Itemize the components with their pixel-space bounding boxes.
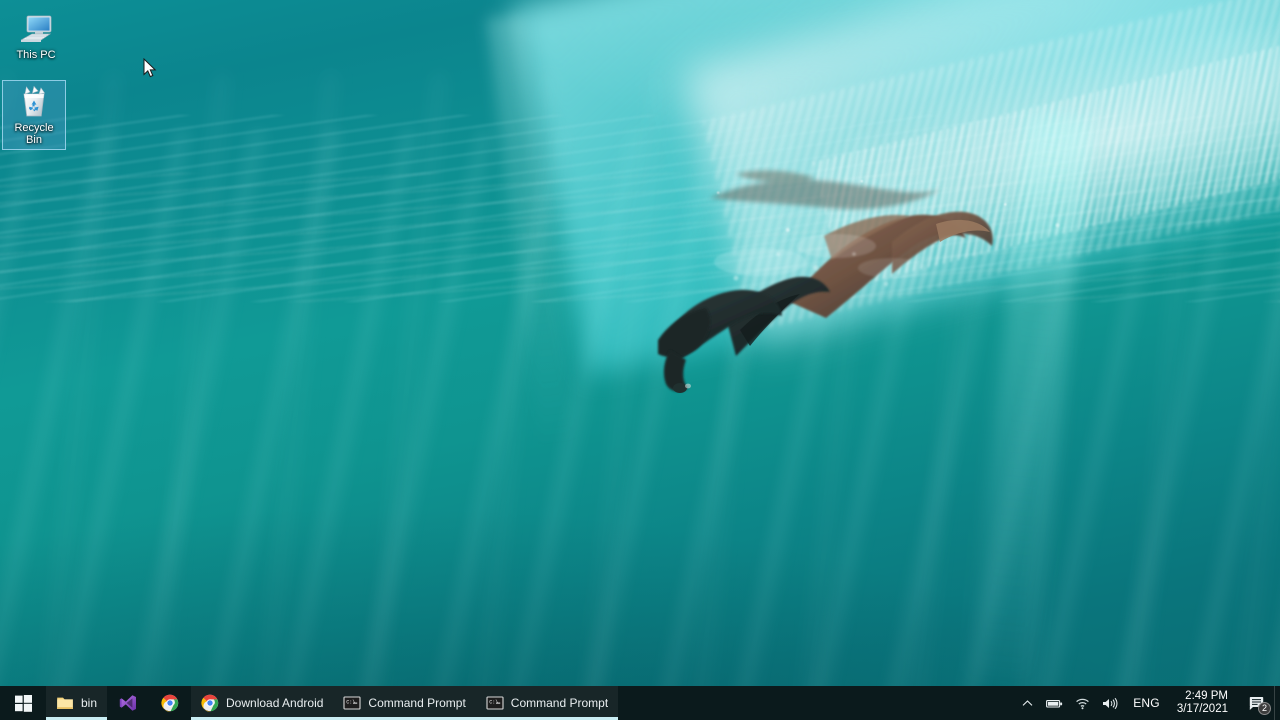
- desktop-icon-label: This PC: [16, 49, 56, 61]
- action-center-button[interactable]: 2: [1240, 686, 1274, 720]
- svg-text:C:\: C:\: [347, 700, 356, 706]
- taskbar: bin Download Android C:\ Command Prompt …: [0, 686, 1280, 720]
- desktop-wallpaper: [0, 0, 1280, 720]
- freediver-silhouette: [658, 170, 993, 393]
- desktop-icon-this-pc[interactable]: This PC: [4, 8, 68, 64]
- chrome-icon: [201, 694, 219, 712]
- taskbar-item-label: Command Prompt: [510, 696, 609, 710]
- taskbar-item-command-prompt-1[interactable]: C:\ Command Prompt: [333, 686, 476, 720]
- command-prompt-icon: C:\: [486, 696, 504, 710]
- arrow-cursor: [143, 58, 157, 78]
- system-tray: ENG 2:49 PM 3/17/2021 2: [1015, 686, 1280, 720]
- desktop-icon-recycle-bin[interactable]: Recycle Bin: [2, 80, 66, 150]
- command-prompt-icon: C:\: [343, 696, 361, 710]
- taskbar-item-label: Command Prompt: [368, 696, 466, 710]
- desktop-icon-label: Recycle Bin: [14, 122, 54, 146]
- desktop-screen: This PC Recycle Bin bin Download Android…: [0, 0, 1280, 720]
- taskbar-item-label: Download Android: [226, 696, 324, 710]
- show-hidden-icons-button[interactable]: [1015, 686, 1040, 720]
- battery-icon: [1046, 699, 1063, 708]
- taskbar-item-command-prompt-2[interactable]: C:\ Command Prompt: [475, 686, 619, 720]
- battery-button[interactable]: [1040, 686, 1069, 720]
- taskbar-item-bin[interactable]: bin: [46, 686, 108, 720]
- notification-badge: 2: [1258, 702, 1271, 715]
- start-button[interactable]: [0, 686, 46, 720]
- windows-logo-icon: [14, 694, 32, 712]
- svg-text:C:\: C:\: [489, 700, 498, 706]
- chrome-icon: [161, 694, 179, 712]
- clock-date: 3/17/2021: [1176, 703, 1228, 715]
- chevron-up-icon: [1022, 699, 1033, 706]
- wifi-icon: [1076, 698, 1090, 709]
- taskbar-item-download-android[interactable]: Download Android: [191, 686, 334, 720]
- computer-icon: [20, 15, 52, 42]
- language-indicator[interactable]: ENG: [1124, 686, 1169, 720]
- taskbar-item-label: bin: [81, 696, 98, 710]
- clock[interactable]: 2:49 PM 3/17/2021: [1169, 686, 1238, 720]
- volume-button[interactable]: [1096, 686, 1124, 720]
- show-desktop-button[interactable]: [1274, 686, 1280, 720]
- taskbar-item-chrome[interactable]: [149, 686, 191, 720]
- speaker-icon: [1103, 697, 1118, 709]
- recycle-bin-icon: [23, 85, 46, 117]
- network-button[interactable]: [1069, 686, 1096, 720]
- visual-studio-icon: [119, 695, 137, 711]
- folder-icon: [57, 697, 73, 709]
- clock-time: 2:49 PM: [1185, 690, 1228, 702]
- taskbar-item-visual-studio[interactable]: [107, 686, 149, 720]
- taskbar-items: bin Download Android C:\ Command Prompt …: [46, 686, 1015, 720]
